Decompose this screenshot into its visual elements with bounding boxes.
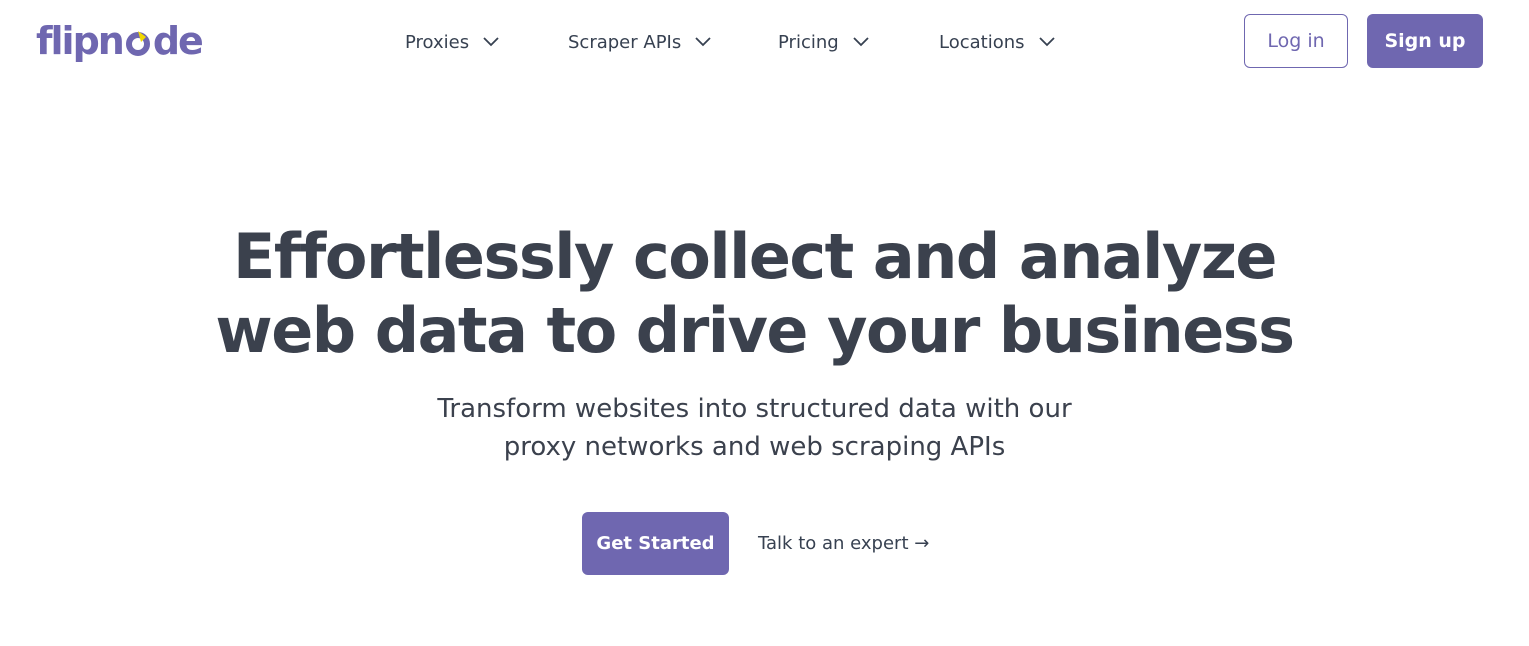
- landing-page: flipn de Proxies Scraper APIs Pricing Lo…: [0, 0, 1529, 646]
- nav-item-locations[interactable]: Locations: [939, 32, 1055, 53]
- nav-item-proxies[interactable]: Proxies: [405, 32, 499, 53]
- nav-item-scraper-apis[interactable]: Scraper APIs: [568, 32, 711, 53]
- hero-title: Effortlessly collect and analyze web dat…: [0, 220, 1509, 368]
- logo-text-prefix: flipn: [36, 19, 125, 63]
- chevron-down-icon: [695, 37, 711, 47]
- hero-subtitle-line-1: Transform websites into structured data …: [437, 394, 1072, 424]
- hero-title-line-1: Effortlessly collect and analyze: [233, 220, 1277, 293]
- brand-logo[interactable]: flipn de: [36, 17, 204, 65]
- chevron-down-icon: [483, 37, 499, 47]
- talk-to-expert-link[interactable]: Talk to an expert →: [758, 533, 929, 554]
- logo-node-icon: [124, 28, 152, 56]
- nav-item-label: Pricing: [778, 31, 839, 53]
- chevron-down-icon: [1038, 37, 1055, 47]
- hero-subtitle: Transform websites into structured data …: [0, 390, 1509, 466]
- hero-title-line-2: web data to drive your business: [215, 294, 1295, 367]
- nav-item-label: Scraper APIs: [568, 31, 682, 53]
- hero-cta-row: Get Started Talk to an expert →: [582, 512, 929, 575]
- logo-text-suffix: de: [152, 19, 204, 63]
- chevron-down-icon: [853, 37, 869, 47]
- hero-subtitle-line-2: proxy networks and web scraping APIs: [503, 432, 1006, 462]
- nav-item-pricing[interactable]: Pricing: [778, 32, 869, 53]
- nav-item-label: Proxies: [405, 31, 470, 53]
- site-header: flipn de Proxies Scraper APIs Pricing Lo…: [0, 0, 1529, 84]
- get-started-button[interactable]: Get Started: [582, 512, 729, 575]
- nav-item-label: Locations: [939, 31, 1025, 53]
- signup-button[interactable]: Sign up: [1367, 14, 1483, 68]
- login-button[interactable]: Log in: [1244, 14, 1348, 68]
